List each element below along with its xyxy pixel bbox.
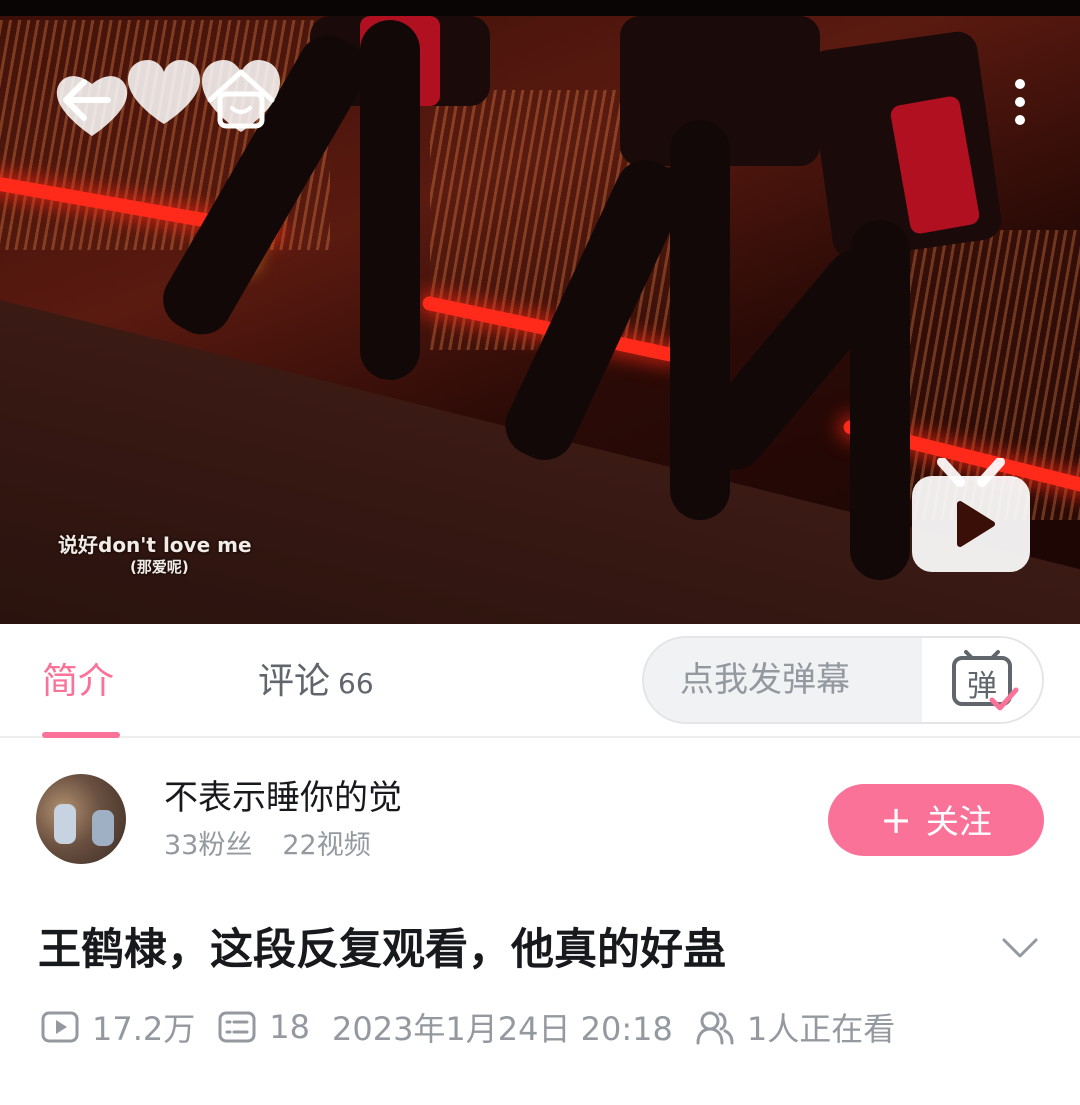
- home-button[interactable]: [196, 56, 286, 136]
- status-bar-strip: [0, 0, 1080, 16]
- subtitle-line-2: (那爱呢): [130, 558, 189, 576]
- danmaku-input[interactable]: 点我发弹幕: [644, 638, 922, 722]
- danmaku-count-icon: [218, 1011, 256, 1043]
- video-title: 王鹤棣，这段反复观看，他真的好蛊: [38, 925, 726, 975]
- follow-button[interactable]: + 关注: [828, 784, 1044, 856]
- danmaku-count-value: 18: [269, 1008, 310, 1046]
- tv-play-icon: [912, 457, 1030, 572]
- back-button[interactable]: [52, 60, 132, 140]
- video-detail-page: 说好don't love me (那爱呢) 简介 评论 66 点我发弹幕 弹 不…: [0, 0, 1080, 1105]
- uploader-fans: 33粉丝: [164, 830, 253, 861]
- more-vertical-icon: [1015, 79, 1025, 125]
- uploader-stats: 33粉丝 22视频: [164, 828, 371, 864]
- play-count-value: 17.2万: [92, 1010, 196, 1048]
- danmaku-bar: 点我发弹幕 弹: [642, 636, 1044, 724]
- home-icon: [202, 60, 280, 132]
- heart-icon: [124, 56, 204, 128]
- uploader-videos: 22视频: [282, 830, 371, 861]
- danmaku-icon: 弹: [952, 650, 1019, 711]
- publish-datetime: 2023年1月24日 20:18: [331, 1010, 673, 1048]
- tab-comments-label: 评论: [258, 661, 331, 702]
- active-tab-indicator: [42, 732, 120, 738]
- play-button[interactable]: [908, 457, 1034, 576]
- subtitle-line-1: 说好don't love me: [58, 533, 252, 557]
- video-meta: 17.2万 18 2023年1月24日 20:18 1人正在看: [40, 1002, 917, 1052]
- chevron-down-icon: [1002, 938, 1038, 958]
- back-arrow-icon: [56, 76, 128, 136]
- video-subtitle: 说好don't love me (那爱呢): [58, 533, 252, 577]
- play-count-icon: [41, 1011, 79, 1043]
- tab-intro[interactable]: 简介: [42, 658, 114, 706]
- video-player[interactable]: 说好don't love me (那爱呢): [0, 0, 1080, 624]
- follow-label: 关注: [925, 802, 992, 841]
- danmaku-toggle-button[interactable]: 弹: [922, 638, 1042, 722]
- comments-count: 66: [338, 667, 374, 700]
- uploader-name[interactable]: 不表示睡你的觉: [164, 776, 402, 820]
- watching-now: 1人正在看: [695, 1004, 895, 1050]
- uploader-avatar[interactable]: [36, 774, 126, 864]
- plus-icon: +: [880, 798, 912, 842]
- watching-now-value: 1人正在看: [746, 1010, 896, 1048]
- viewers-icon: [696, 1011, 734, 1045]
- danmaku-count: 18: [217, 1007, 310, 1047]
- detail-tabs: 简介 评论 66 点我发弹幕 弹: [0, 624, 1080, 738]
- tab-comments[interactable]: 评论 66: [258, 658, 374, 708]
- more-options-button[interactable]: [1000, 72, 1040, 132]
- play-count: 17.2万: [40, 1004, 195, 1050]
- expand-description-button[interactable]: [996, 928, 1044, 968]
